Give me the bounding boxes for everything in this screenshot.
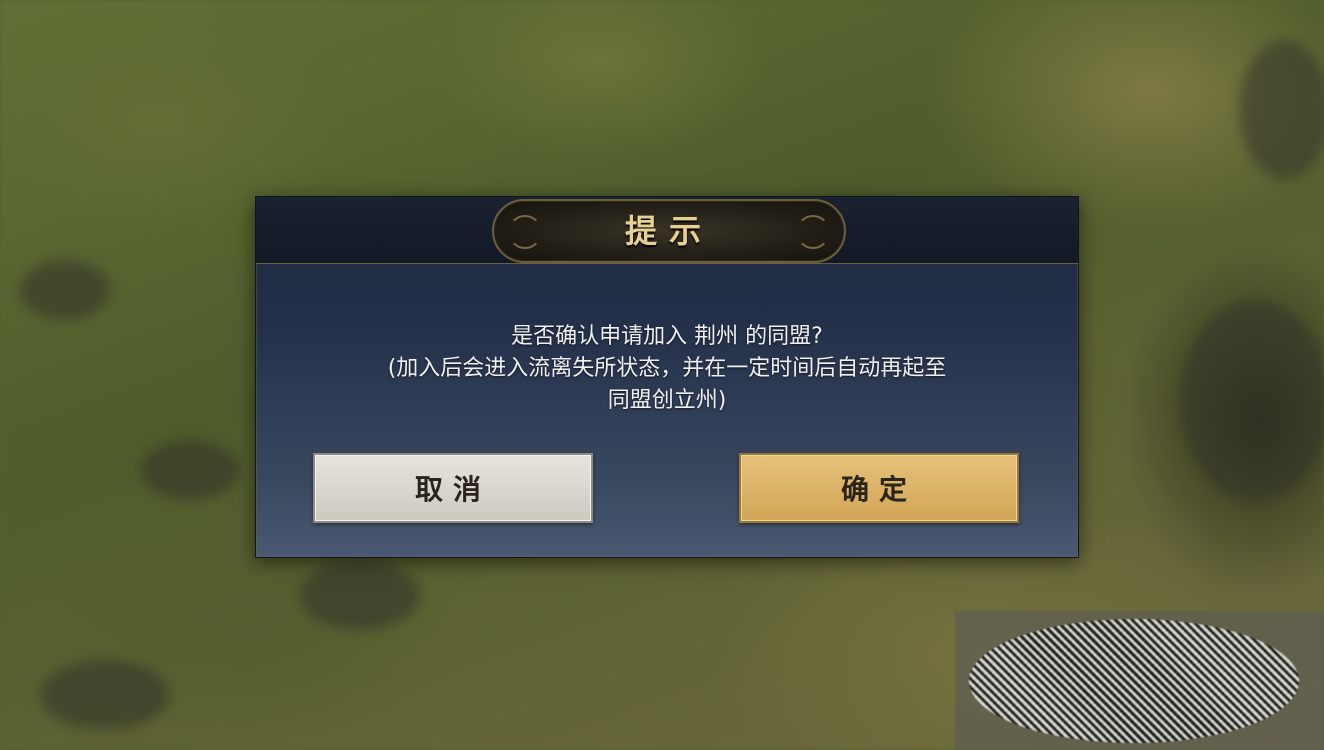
confirm-button[interactable]: 确定 [739, 453, 1019, 523]
title-plaque: 提示 [492, 199, 846, 263]
qr-code-watermark [955, 611, 1324, 750]
qr-code-pattern [969, 619, 1299, 743]
dialog-header: 提示 [256, 197, 1078, 264]
confirm-dialog: 提示 是否确认申请加入 荆州 的同盟? (加入后会进入流离失所状态，并在一定时间… [255, 196, 1079, 558]
cancel-button[interactable]: 取消 [313, 453, 593, 523]
message-line: 是否确认申请加入 荆州 的同盟? [511, 324, 823, 349]
dialog-title: 提示 [624, 212, 713, 250]
dialog-message: 是否确认申请加入 荆州 的同盟? (加入后会进入流离失所状态，并在一定时间后自动… [296, 321, 1038, 417]
message-line: (加入后会进入流离失所状态，并在一定时间后自动再起至 [387, 356, 947, 381]
message-line: 同盟创立州) [607, 388, 727, 413]
